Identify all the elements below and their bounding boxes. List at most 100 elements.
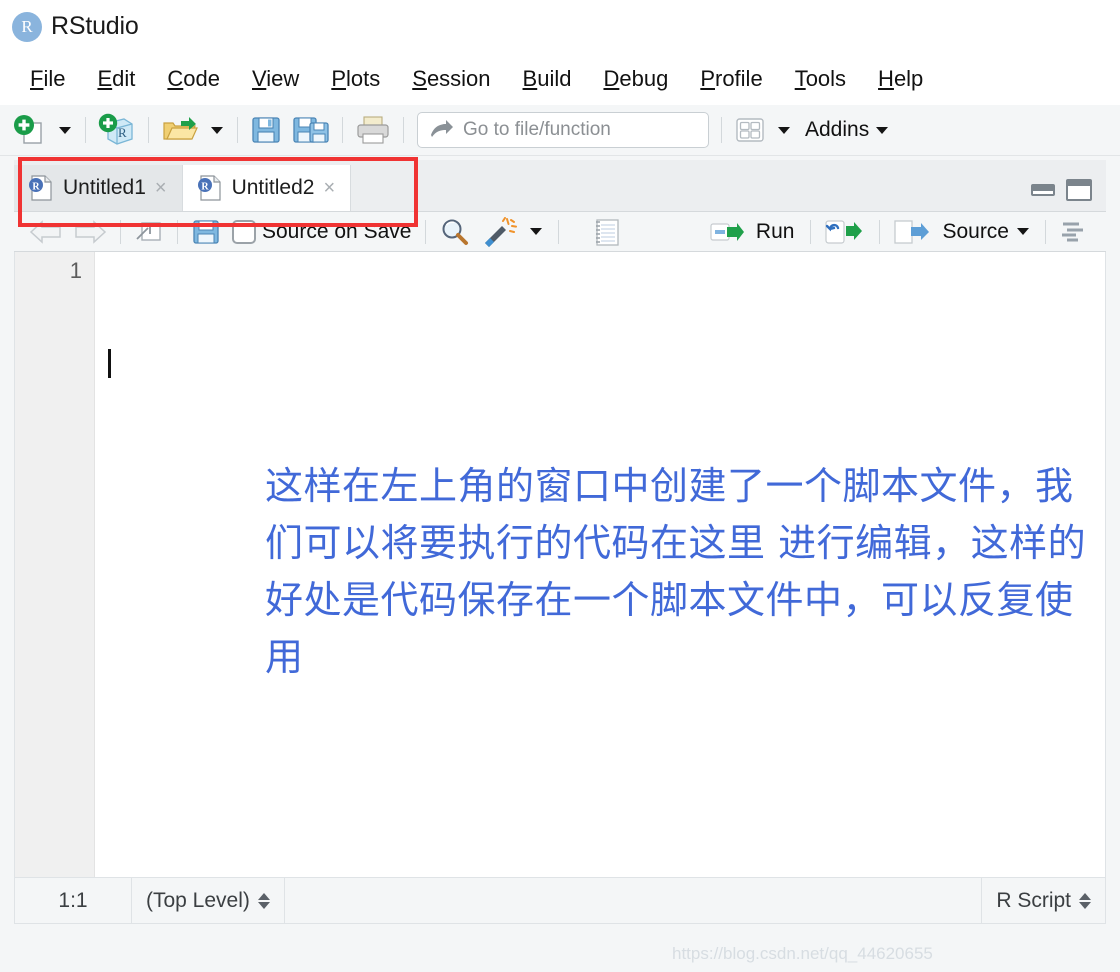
editor-toolbar-separator bbox=[558, 219, 560, 244]
open-file-dropdown-caret-icon[interactable] bbox=[211, 126, 223, 134]
toolbar-separator bbox=[148, 117, 149, 143]
cursor-position: 1:1 bbox=[15, 878, 132, 923]
menu-file-accel: F bbox=[30, 66, 44, 91]
menu-profile[interactable]: Profile bbox=[684, 66, 778, 92]
editor-toolbar: Source on Save Run Source bbox=[14, 212, 1106, 252]
save-all-icon bbox=[293, 117, 329, 143]
scope-updown-icon bbox=[257, 892, 270, 909]
menu-bar: File Edit Code View Plots Session Build … bbox=[0, 53, 1120, 105]
editor-toolbar-separator bbox=[1045, 219, 1046, 244]
save-button[interactable] bbox=[245, 110, 287, 150]
menu-help-accel: H bbox=[878, 66, 894, 91]
text-cursor bbox=[108, 349, 111, 378]
code-tools-button[interactable] bbox=[476, 212, 522, 252]
pane-layout-dropdown-caret-icon[interactable] bbox=[778, 126, 790, 134]
goto-arrow-icon bbox=[431, 120, 453, 137]
menu-file[interactable]: File bbox=[14, 66, 81, 92]
menu-tools[interactable]: Tools bbox=[779, 66, 862, 92]
run-label: Run bbox=[755, 219, 795, 243]
source-label: Source bbox=[942, 219, 1009, 243]
tab-untitled2[interactable]: R Untitled2 × bbox=[182, 165, 352, 211]
pane-layout-icon bbox=[736, 118, 764, 142]
toolbar-separator bbox=[237, 117, 238, 143]
title-bar: R RStudio bbox=[0, 0, 1120, 53]
menu-code[interactable]: Code bbox=[151, 66, 236, 92]
menu-profile-accel: P bbox=[700, 66, 715, 91]
addins-dropdown-caret-icon[interactable] bbox=[876, 126, 889, 134]
source-dropdown-caret-icon[interactable] bbox=[1017, 228, 1029, 235]
menu-view-accel: V bbox=[252, 66, 267, 91]
source-button[interactable] bbox=[888, 212, 936, 252]
find-button[interactable] bbox=[434, 212, 476, 252]
forward-button[interactable] bbox=[68, 212, 112, 252]
r-file-icon: R bbox=[29, 175, 52, 201]
rerun-button[interactable] bbox=[819, 212, 869, 252]
file-type-selector[interactable]: R Script bbox=[981, 878, 1105, 923]
menu-plots[interactable]: Plots bbox=[315, 66, 396, 92]
document-outline-button[interactable] bbox=[1054, 212, 1094, 252]
pane-controls bbox=[1031, 179, 1106, 211]
compile-report-button[interactable] bbox=[587, 212, 627, 252]
minimize-pane-icon[interactable] bbox=[1031, 184, 1055, 196]
addins-button[interactable]: Addins bbox=[805, 118, 869, 142]
notebook-icon bbox=[596, 218, 620, 246]
print-icon bbox=[357, 116, 389, 144]
toolbar-separator bbox=[403, 117, 404, 143]
new-file-dropdown-caret-icon[interactable] bbox=[59, 126, 71, 134]
scope-selector[interactable]: (Top Level) bbox=[132, 878, 285, 923]
maximize-pane-icon[interactable] bbox=[1066, 179, 1092, 201]
code-tools-dropdown-caret-icon[interactable] bbox=[530, 228, 543, 235]
menu-edit-accel: E bbox=[97, 66, 113, 91]
new-file-icon bbox=[14, 115, 42, 144]
editor-toolbar-separator bbox=[177, 219, 178, 244]
tab-untitled2-label: Untitled2 bbox=[231, 176, 315, 199]
r-file-icon: R bbox=[197, 175, 221, 201]
svg-text:R: R bbox=[201, 182, 209, 193]
menu-session[interactable]: Session bbox=[396, 66, 506, 92]
menu-help[interactable]: Help bbox=[862, 66, 939, 92]
menu-debug[interactable]: Debug bbox=[587, 66, 684, 92]
save-document-button[interactable] bbox=[186, 212, 226, 252]
tab-untitled1-close-icon[interactable]: × bbox=[152, 178, 170, 198]
tab-untitled1-label: Untitled1 bbox=[63, 176, 146, 199]
rerun-icon bbox=[825, 219, 863, 244]
svg-text:R: R bbox=[32, 182, 40, 193]
file-type-label: R Script bbox=[996, 888, 1071, 912]
tab-untitled1[interactable]: R Untitled1 × bbox=[14, 165, 183, 211]
code-editor[interactable]: 1 这样在左上角的窗口中创建了一个脚本文件，我们可以将要执行的代码在这里 进行编… bbox=[14, 252, 1106, 877]
goto-file-placeholder: Go to file/function bbox=[463, 119, 611, 140]
menu-build-accel: B bbox=[522, 66, 538, 91]
save-icon bbox=[193, 219, 219, 244]
toolbar-separator bbox=[721, 117, 722, 143]
pane-layout-button[interactable] bbox=[729, 110, 771, 150]
show-in-new-window-button[interactable] bbox=[129, 212, 169, 252]
open-file-icon bbox=[163, 117, 198, 140]
print-button[interactable] bbox=[350, 110, 396, 150]
source-on-save-label: Source on Save bbox=[262, 219, 412, 243]
editor-toolbar-separator bbox=[810, 219, 812, 244]
open-file-button[interactable] bbox=[156, 110, 204, 150]
goto-file-function-input[interactable]: Go to file/function bbox=[417, 112, 709, 148]
menu-plots-accel: P bbox=[331, 66, 346, 91]
svg-text:R: R bbox=[118, 125, 127, 140]
menu-edit[interactable]: Edit bbox=[81, 66, 151, 92]
tab-untitled2-close-icon[interactable]: × bbox=[320, 178, 338, 198]
menu-tools-accel: T bbox=[794, 66, 806, 91]
menu-session-accel: S bbox=[412, 66, 427, 91]
source-icon bbox=[894, 219, 930, 244]
source-on-save-checkbox[interactable] bbox=[232, 219, 256, 244]
save-all-button[interactable] bbox=[287, 110, 335, 150]
back-button[interactable] bbox=[24, 212, 68, 252]
menu-view[interactable]: View bbox=[236, 66, 315, 92]
menu-build[interactable]: Build bbox=[507, 66, 588, 92]
file-type-updown-icon bbox=[1079, 892, 1091, 909]
source-pane: R Untitled1 × R Untitled2 × Source on Sa… bbox=[14, 160, 1106, 924]
new-project-button[interactable]: R bbox=[93, 110, 141, 150]
new-file-button[interactable] bbox=[8, 110, 52, 150]
editor-status-bar: 1:1 (Top Level) R Script bbox=[14, 877, 1106, 924]
run-button[interactable] bbox=[704, 212, 750, 252]
magnifier-icon bbox=[442, 219, 469, 245]
line-number-1: 1 bbox=[69, 258, 82, 283]
toolbar-separator bbox=[342, 117, 343, 143]
magic-wand-icon bbox=[485, 216, 518, 247]
